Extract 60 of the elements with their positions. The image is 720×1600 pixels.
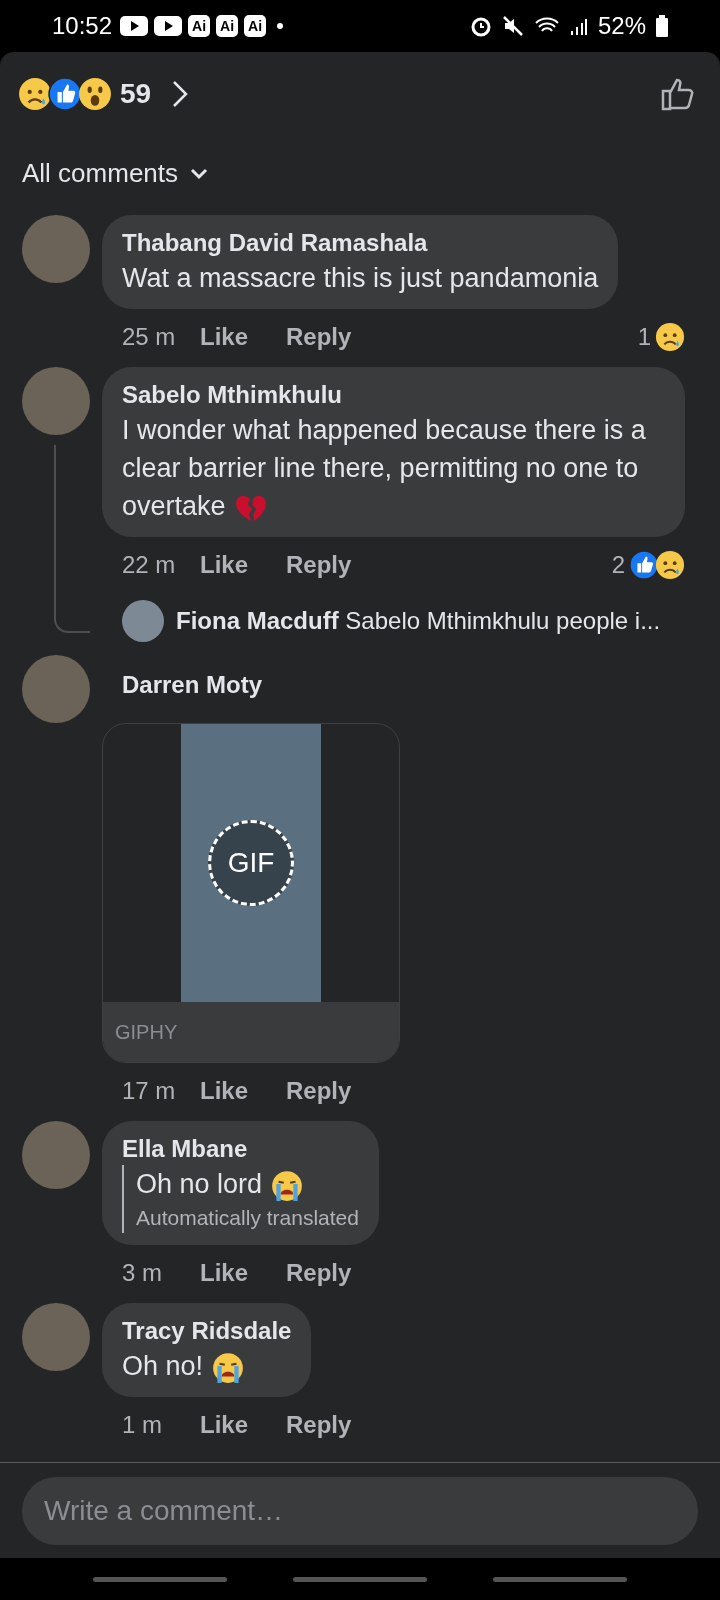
- comment-action-link[interactable]: Reply: [286, 319, 352, 355]
- gif-badge: GIF: [208, 820, 294, 906]
- like-reaction-icon: [48, 77, 82, 111]
- reply-preview[interactable]: Fiona Macduff Sabelo Mthimkhulu people i...: [176, 603, 661, 639]
- chevron-right-icon: [171, 80, 190, 108]
- sad-face-icon: [655, 322, 685, 352]
- commenter-name: Darren Moty: [121, 670, 263, 700]
- comment-text: I wonder what happened because there is a clear barrier line there, permitting no one to overtake: [122, 411, 665, 525]
- crying-face-icon: [270, 1168, 305, 1203]
- comment-action-link[interactable]: Reply: [286, 547, 352, 583]
- app-badge: Ai: [244, 15, 267, 37]
- status-time: 10:52: [52, 11, 113, 41]
- thumbs-up-icon[interactable]: [660, 76, 696, 112]
- comment-input-field[interactable]: Write a comment…: [22, 1476, 698, 1545]
- comment-text: Oh no!: [122, 1347, 292, 1385]
- commenter-name: Ella Mbane: [122, 1134, 249, 1164]
- nav-handle[interactable]: [293, 1576, 427, 1582]
- chevron-down-icon: [190, 167, 209, 180]
- crying-face-icon: [211, 1350, 246, 1385]
- commenter-name: Sabelo Mthimkhulu: [122, 380, 343, 410]
- reactions-summary[interactable]: 59: [18, 73, 190, 115]
- video-app-icon: [154, 16, 183, 36]
- comment-action-link[interactable]: Like: [200, 1255, 249, 1291]
- nav-handle[interactable]: [93, 1576, 227, 1582]
- alarm-icon: [469, 15, 492, 37]
- commenter-name: Thabang David Ramashala: [122, 228, 429, 258]
- comment-action-link[interactable]: Reply: [286, 1073, 352, 1109]
- comment-action-link[interactable]: Like: [200, 1073, 249, 1109]
- like-reaction-icon: [629, 550, 659, 580]
- commenter-name: Tracy Ridsdale: [122, 1316, 292, 1346]
- comment-text: Oh no lord: [136, 1165, 359, 1203]
- comment-time: 17 m: [122, 1076, 177, 1106]
- comment-action-link[interactable]: Like: [200, 1407, 249, 1443]
- surprised-face-icon: [78, 77, 112, 111]
- nav-handle[interactable]: [493, 1576, 627, 1582]
- video-app-icon: [120, 16, 149, 36]
- comment-action-link[interactable]: Like: [200, 547, 249, 583]
- gif-source: GIPHY: [115, 1020, 178, 1045]
- gif-card[interactable]: GIF GIPHY: [102, 723, 400, 1063]
- comment-time: 25 m: [122, 322, 177, 352]
- comment-action-link[interactable]: Reply: [286, 1255, 352, 1291]
- comment-time: 22 m: [122, 550, 177, 580]
- comment-filter-dropdown[interactable]: All comments: [22, 154, 209, 193]
- reaction-count: 1: [637, 322, 651, 352]
- translation-note: Automatically translated: [136, 1205, 359, 1231]
- app-badge: Ai: [188, 15, 211, 37]
- mute-icon: [501, 15, 524, 37]
- comment-text: Wat a massacre this is just pandamonia: [122, 262, 599, 295]
- comment-action-link[interactable]: Reply: [286, 1407, 352, 1443]
- comment-time: 3 m: [122, 1258, 163, 1288]
- battery-icon: [656, 15, 668, 37]
- dot-icon: [276, 22, 285, 30]
- app-badge: Ai: [216, 15, 239, 37]
- avatar-photo-placeholder: [122, 600, 164, 642]
- sad-face-icon: [18, 77, 52, 111]
- sad-face-icon: [655, 550, 685, 580]
- reaction-count: 2: [611, 550, 625, 580]
- battery-percent: 52%: [597, 11, 646, 41]
- comment-action-link[interactable]: Like: [200, 319, 249, 355]
- comment-time: 1 m: [122, 1410, 163, 1440]
